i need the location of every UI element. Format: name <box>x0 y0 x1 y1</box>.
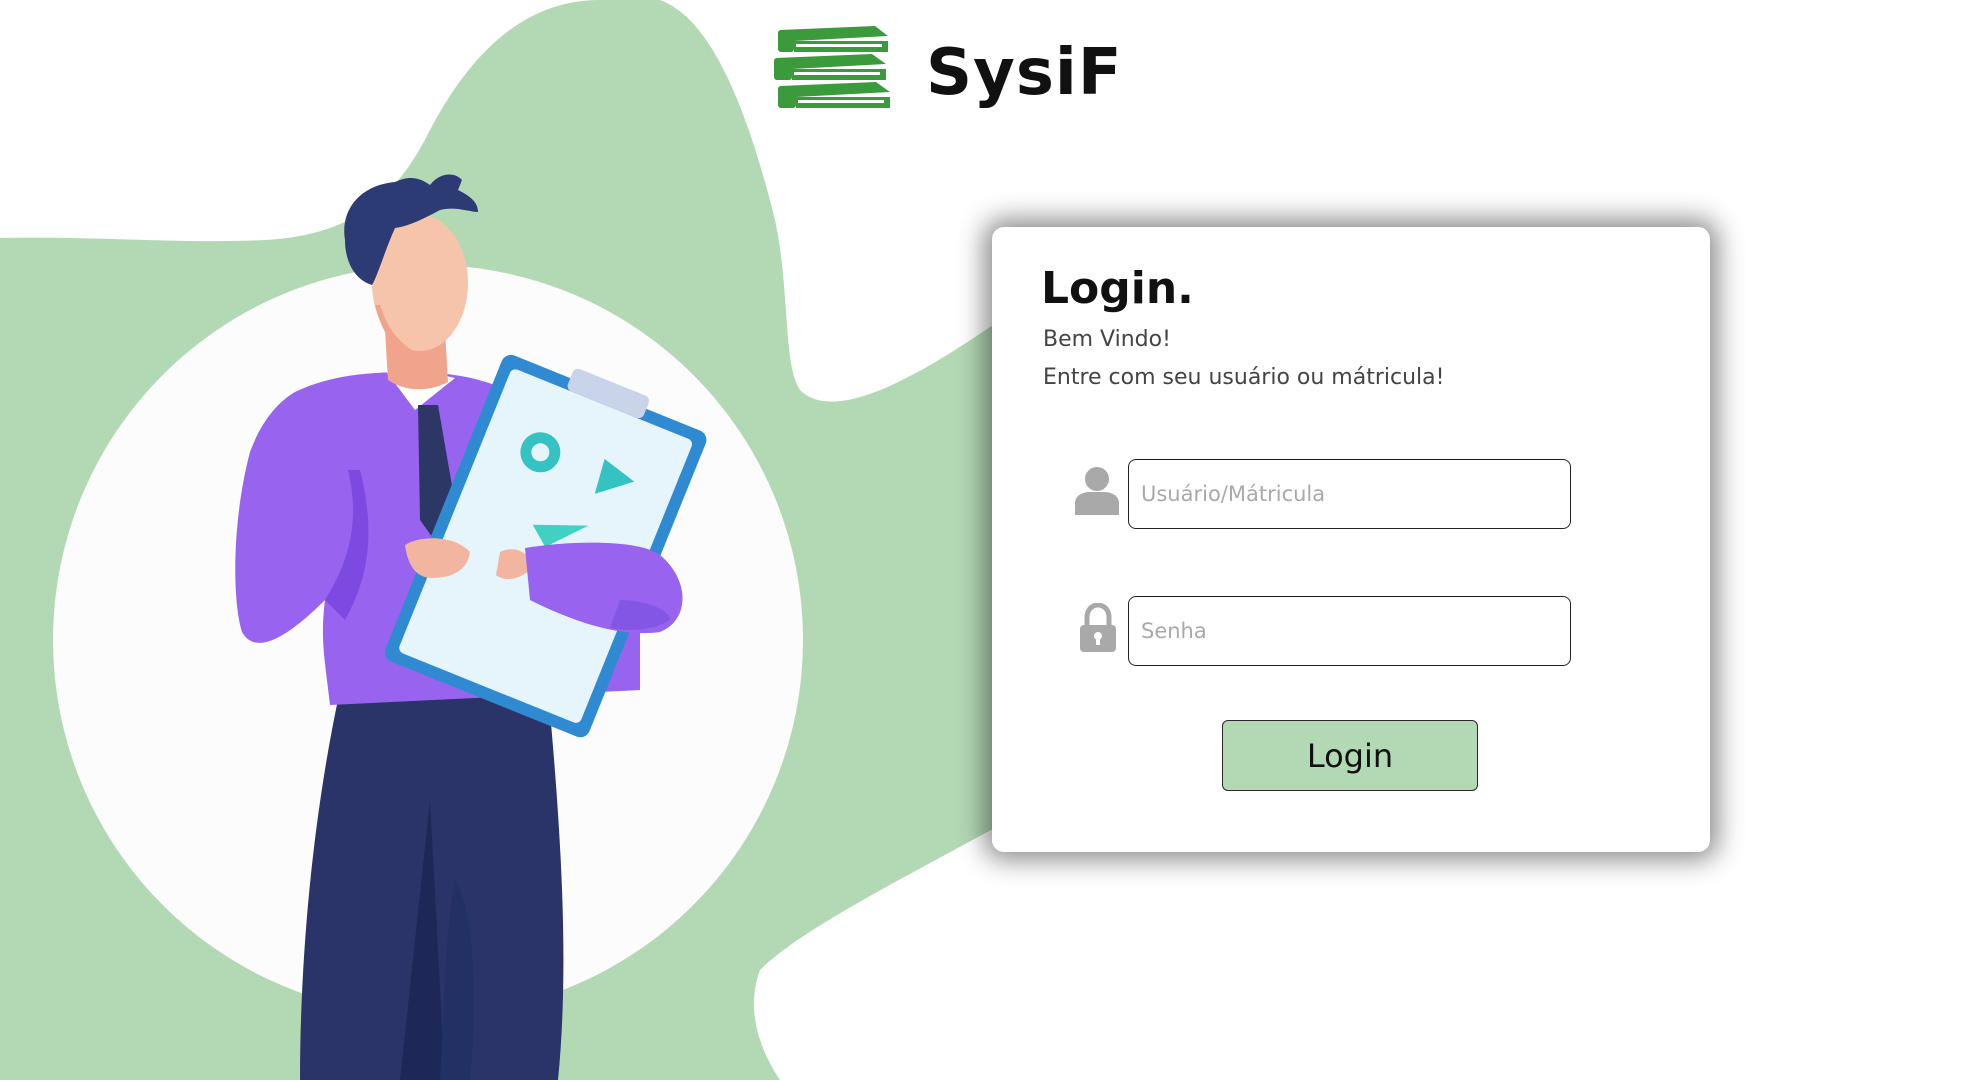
brand-name: SysiF <box>926 35 1123 110</box>
password-input[interactable] <box>1128 596 1571 666</box>
books-stack-icon <box>774 26 890 108</box>
login-title: Login. <box>1041 263 1194 314</box>
welcome-text: Bem Vindo! <box>1043 327 1171 352</box>
brand: SysiF <box>770 20 1123 125</box>
lock-icon <box>1080 603 1116 652</box>
instruction-text: Entre com seu usuário ou mátricula! <box>1043 365 1445 390</box>
user-icon <box>1075 467 1119 515</box>
username-input[interactable] <box>1128 459 1571 529</box>
login-button[interactable]: Login <box>1222 720 1478 791</box>
login-card: Login. Bem Vindo! Entre com seu usuário … <box>992 227 1710 852</box>
